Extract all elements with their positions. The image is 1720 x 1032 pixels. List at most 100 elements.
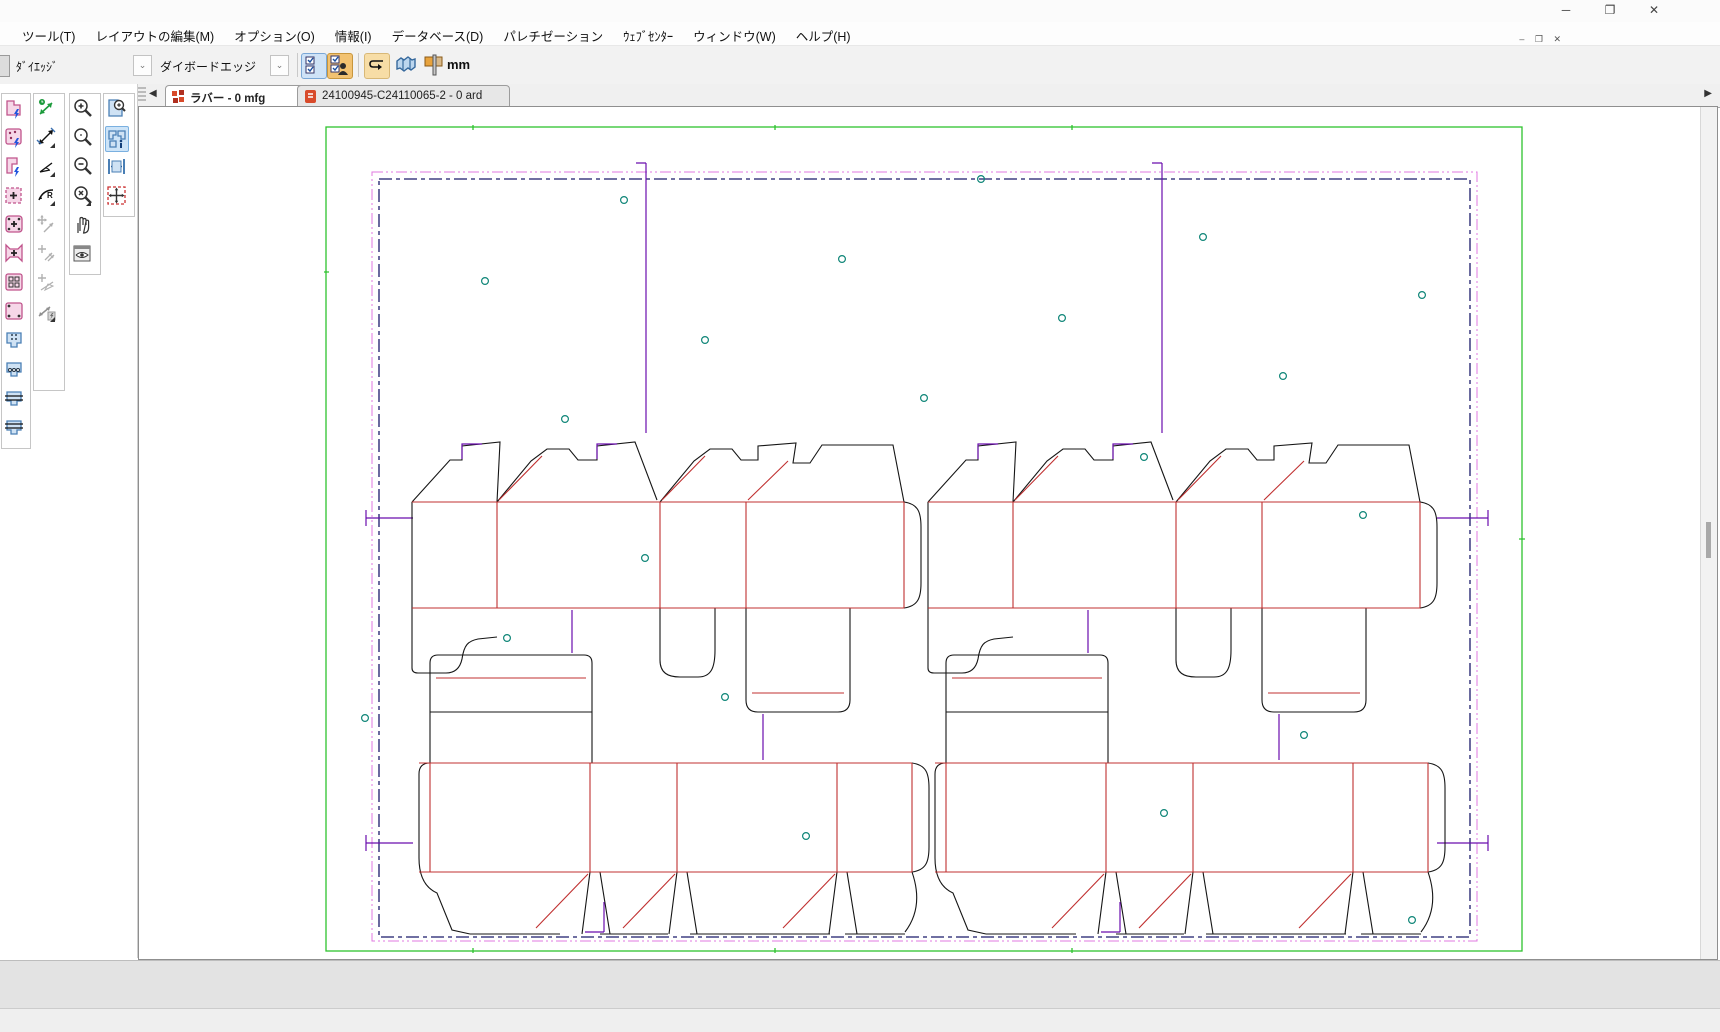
pushpin-icon[interactable] xyxy=(422,53,446,77)
menu-item-0[interactable]: ツール(T) xyxy=(12,22,85,46)
perf-holes-icon[interactable] xyxy=(3,358,27,384)
move-copy2-icon[interactable] xyxy=(35,242,59,268)
fit-crosshair-icon[interactable] xyxy=(105,184,129,210)
menu-item-6[interactable]: ｳｪﾌﾞｾﾝﾀｰ xyxy=(613,22,683,46)
hole-mark xyxy=(1360,512,1367,519)
move-mirror-icon[interactable] xyxy=(35,271,59,297)
move-copy-icon[interactable] xyxy=(35,213,59,239)
units-label: mm xyxy=(447,57,470,72)
die-holes-flash-icon[interactable] xyxy=(3,126,27,152)
hole-mark xyxy=(1409,917,1416,924)
die-edge-combo-arrow[interactable]: ⌄ xyxy=(133,55,152,76)
svg-text:R: R xyxy=(47,191,53,200)
measure-clock-icon[interactable] xyxy=(35,97,59,123)
window-minimize-button[interactable]: ─ xyxy=(1544,0,1588,20)
tab-scroll-right-button[interactable]: ▶ xyxy=(1704,88,1712,99)
hole-mark xyxy=(921,395,928,402)
measure-tools-panel: R xyxy=(33,93,65,391)
hole-mark xyxy=(1141,454,1148,461)
hole-mark xyxy=(1301,732,1308,739)
view-tools-panel xyxy=(103,93,135,217)
layout-grid-icon xyxy=(172,90,185,103)
toolbar-separator xyxy=(297,53,298,77)
hole-mark xyxy=(722,694,729,701)
carton-row-bottom-left xyxy=(419,763,929,934)
hole-mark xyxy=(1161,810,1168,817)
measure-radius-icon[interactable]: R xyxy=(35,184,59,210)
hole-mark xyxy=(504,635,511,642)
preview-eye-icon[interactable] xyxy=(71,242,95,268)
design-doc-icon xyxy=(304,90,317,103)
pieces-info-icon[interactable] xyxy=(105,126,129,152)
die-corner-flash-icon[interactable] xyxy=(3,155,27,181)
clipped-toolbar-icon xyxy=(0,55,10,77)
menu-item-3[interactable]: 情報(I) xyxy=(325,22,382,46)
measure-distance-icon[interactable] xyxy=(35,126,59,152)
move-flash-icon[interactable] xyxy=(35,300,59,326)
die-layout-drawing xyxy=(140,107,1700,958)
dieboard-hole-marks xyxy=(362,176,1426,924)
document-tab-bar: ◀ ラバー - 0 mfg x 24100945-C24110065-2 - 0… xyxy=(137,84,1720,108)
toolbar: ﾀﾞｲｴｯｼﾞ ⌄ ダイボードエッジ ⌄ xyxy=(0,46,1720,85)
zoom-point-icon[interactable] xyxy=(71,126,95,152)
rule-lines2-icon[interactable] xyxy=(3,416,27,442)
zoom-out-icon[interactable] xyxy=(71,155,95,181)
scrollbar-thumb[interactable] xyxy=(1706,522,1711,558)
tab-scroll-left-button[interactable]: ◀ xyxy=(149,88,157,99)
pan-hand-icon[interactable] xyxy=(71,213,95,239)
hole-mark xyxy=(642,555,649,562)
stitch-bridge-icon[interactable] xyxy=(3,329,27,355)
status-bar xyxy=(0,1008,1720,1032)
tab-label: 24100945-C24110065-2 - 0 ard xyxy=(322,90,482,102)
dieboard-edge-combo-arrow[interactable]: ⌄ xyxy=(270,55,289,76)
window-close-button[interactable]: ✕ xyxy=(1632,0,1676,20)
notch-plus-icon[interactable] xyxy=(3,242,27,268)
menu-item-7[interactable]: ウィンドウ(W) xyxy=(683,22,786,46)
app-background-band xyxy=(0,960,1720,1009)
hole-mark xyxy=(562,416,569,423)
checklist-icon[interactable] xyxy=(301,53,327,79)
vertical-scrollbar[interactable] xyxy=(1700,107,1717,959)
hole-mark xyxy=(1059,315,1066,322)
application-window: ─ ❐ ✕ ツール(T)レイアウトの編集(M)オプション(O)情報(I)データベ… xyxy=(0,0,1720,1032)
hole-mark xyxy=(839,256,846,263)
carton-row-bottom-right xyxy=(935,763,1445,934)
die-edge-combo-label[interactable]: ﾀﾞｲｴｯｼﾞ xyxy=(16,58,58,75)
hole-mark xyxy=(1280,373,1287,380)
tab-label: ラバー - 0 mfg xyxy=(190,93,265,105)
menu-item-5[interactable]: パレチゼーション xyxy=(493,22,613,46)
zoom-clear-icon[interactable] xyxy=(71,184,95,210)
dashed-box-plus-icon[interactable] xyxy=(3,184,27,210)
carton-row-top-right xyxy=(928,442,1437,763)
mdi-window-controls[interactable]: ‒ ❐ ✕ xyxy=(1519,34,1565,45)
corner-dots-plus-icon[interactable] xyxy=(3,213,27,239)
drawing-canvas[interactable] xyxy=(138,106,1718,960)
measure-angle-icon[interactable] xyxy=(35,155,59,181)
zoom-page-icon[interactable] xyxy=(105,97,129,123)
hole-mark xyxy=(362,715,369,722)
tabbar-grip[interactable] xyxy=(138,87,146,103)
layout-pieces-icon[interactable] xyxy=(394,53,418,77)
menu-item-4[interactable]: データベース(D) xyxy=(382,22,494,46)
hole-mark xyxy=(702,337,709,344)
grid-squares-icon[interactable] xyxy=(3,271,27,297)
zoom-in-icon[interactable] xyxy=(71,97,95,123)
menu-item-1[interactable]: レイアウトの編集(M) xyxy=(85,22,224,46)
checklist-user-icon[interactable] xyxy=(327,53,353,79)
fit-width-icon[interactable] xyxy=(105,155,129,181)
tool-dock: R xyxy=(0,84,138,958)
tab-design-ard[interactable]: 24100945-C24110065-2 - 0 ard xyxy=(297,85,510,106)
menu-bar: ツール(T)レイアウトの編集(M)オプション(O)情報(I)データベース(D)パ… xyxy=(0,22,1720,46)
zoom-tools-panel xyxy=(69,93,101,275)
menu-item-8[interactable]: ヘルプ(H) xyxy=(786,22,861,46)
dieboard-edge-combo-label[interactable]: ダイボードエッジ xyxy=(160,58,256,75)
return-arrow-icon[interactable] xyxy=(364,53,390,79)
menu-item-2[interactable]: オプション(O) xyxy=(224,22,325,46)
rule-lines-icon[interactable] xyxy=(3,387,27,413)
die-shape-flash-icon[interactable] xyxy=(3,97,27,123)
dots-box-icon[interactable] xyxy=(3,300,27,326)
window-maximize-button[interactable]: ❐ xyxy=(1588,0,1632,20)
toolbar-separator xyxy=(358,53,359,77)
title-bar: ─ ❐ ✕ xyxy=(0,0,1720,22)
hole-mark xyxy=(621,197,628,204)
